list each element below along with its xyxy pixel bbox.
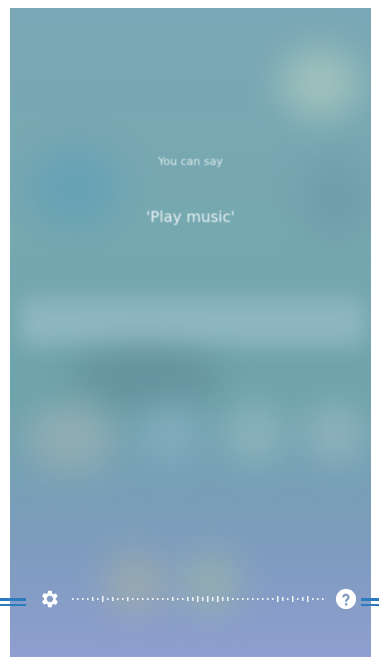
blurred-background-shape (300, 158, 370, 238)
voice-hint-label: You can say (158, 155, 223, 168)
help-question-icon[interactable] (335, 588, 357, 610)
blurred-search-bar (20, 298, 365, 346)
blurred-app-icon (225, 403, 285, 463)
voice-command-screen: You can say 'Play music' (10, 8, 371, 657)
blurred-background-shape (280, 48, 360, 118)
voice-hint-example: 'Play music' (146, 208, 235, 226)
callout-line (361, 598, 379, 606)
settings-gear-icon[interactable] (38, 588, 60, 610)
blurred-app-icon (25, 403, 115, 473)
blurred-app-icon (140, 403, 200, 463)
voice-control-bar (0, 584, 379, 614)
blurred-background-shape (70, 348, 220, 408)
voice-waveform (72, 596, 324, 602)
callout-line (0, 598, 26, 606)
blurred-app-icon (305, 403, 365, 463)
